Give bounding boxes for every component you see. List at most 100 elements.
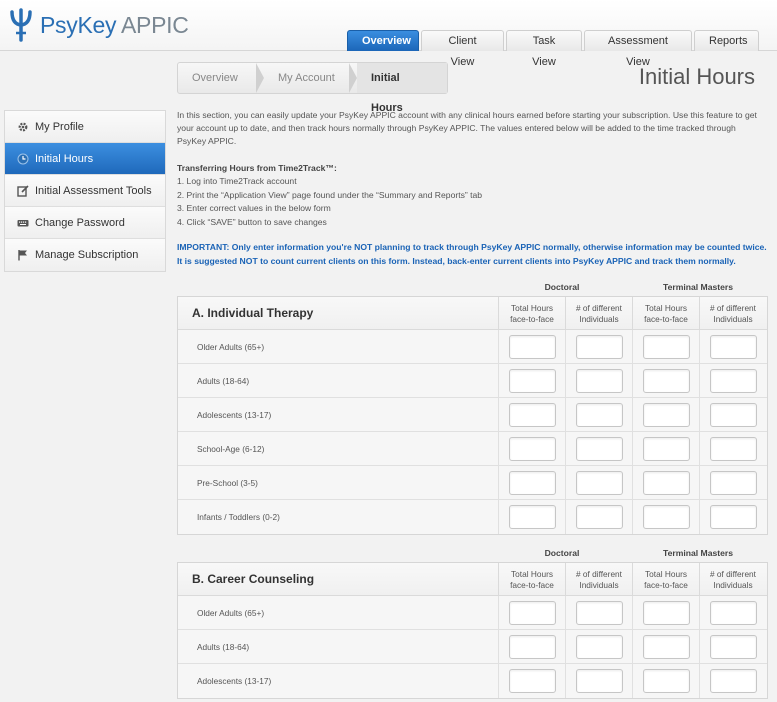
main-tabs: Overview Client View Task View Assessmen… — [347, 30, 761, 68]
brand-name-primary: PsyKey — [40, 11, 117, 38]
table-row: Adults (18-64) — [178, 630, 767, 664]
col-label: Total Hours — [511, 303, 553, 313]
transfer-step: 1. Log into Time2Track account — [177, 176, 297, 186]
doctoral-individuals-input[interactable] — [575, 436, 623, 461]
table-header: B. Career Counseling Total Hours face-to-… — [178, 563, 767, 596]
col-doctoral-individuals: # of different Individuals — [565, 297, 632, 329]
doctoral-individuals-input[interactable] — [575, 634, 623, 659]
col-label: # of different — [576, 303, 622, 313]
clock-icon — [17, 153, 29, 165]
masters-individuals-input[interactable] — [709, 436, 757, 461]
masters-individuals-input[interactable] — [709, 368, 757, 393]
tab-task-view[interactable]: Task View — [506, 30, 582, 68]
masters-hours-input[interactable] — [642, 634, 690, 659]
masters-hours-input[interactable] — [642, 402, 690, 427]
col-label: # of different — [576, 569, 622, 579]
transfer-step: 3. Enter correct values in the below for… — [177, 203, 331, 213]
doctoral-hours-input[interactable] — [508, 634, 556, 659]
table-row: Adolescents (13-17) — [178, 398, 767, 432]
row-label: Pre-School (3-5) — [197, 478, 258, 488]
masters-hours-input[interactable] — [642, 436, 690, 461]
doctoral-hours-input[interactable] — [508, 334, 556, 359]
sidebar-item-my-profile[interactable]: My Profile — [5, 111, 165, 143]
masters-individuals-input[interactable] — [709, 634, 757, 659]
masters-individuals-input[interactable] — [709, 470, 757, 495]
col-label: Total Hours — [645, 303, 687, 313]
group-header-doctoral: Doctoral — [544, 548, 580, 558]
col-label: # of different — [710, 303, 756, 313]
brand-logo[interactable]: PsyKey APPIC — [8, 8, 189, 42]
masters-hours-input[interactable] — [642, 505, 690, 529]
doctoral-hours-input[interactable] — [508, 402, 556, 427]
doctoral-individuals-input[interactable] — [575, 470, 623, 495]
row-label: Adults (18-64) — [197, 642, 250, 652]
col-doctoral-total-hours: Total Hours face-to-face — [498, 297, 565, 329]
sidebar-item-label: Initial Assessment Tools — [35, 184, 152, 197]
col-label: face-to-face — [644, 313, 688, 324]
page-title: Initial Hours — [638, 64, 755, 89]
masters-hours-input[interactable] — [642, 334, 690, 359]
table-row: Pre-School (3-5) — [178, 466, 767, 500]
row-label: School-Age (6-12) — [197, 444, 265, 454]
doctoral-individuals-input[interactable] — [575, 600, 623, 625]
gear-icon — [17, 121, 29, 133]
doctoral-hours-input[interactable] — [508, 505, 556, 529]
col-label: Individuals — [579, 313, 619, 324]
col-masters-total-hours: Total Hours face-to-face — [632, 563, 699, 595]
breadcrumb-initial-hours: Initial Hours — [357, 63, 447, 114]
breadcrumb-my-account[interactable]: My Account — [264, 63, 349, 93]
masters-individuals-input[interactable] — [709, 505, 757, 529]
group-header-doctoral: Doctoral — [544, 282, 580, 292]
group-header-terminal-masters: Terminal Masters — [662, 282, 734, 292]
doctoral-hours-input[interactable] — [508, 436, 556, 461]
col-label: Total Hours — [511, 569, 553, 579]
edit-icon — [17, 184, 29, 197]
doctoral-hours-input[interactable] — [508, 470, 556, 495]
doctoral-hours-input[interactable] — [508, 368, 556, 393]
col-masters-individuals: # of different Individuals — [699, 563, 766, 595]
breadcrumb: Overview My Account Initial Hours — [177, 62, 448, 114]
doctoral-individuals-input[interactable] — [575, 402, 623, 427]
table-row: Infants / Toddlers (0-2) — [178, 500, 767, 534]
table-header: A. Individual Therapy Total Hours face-to… — [178, 297, 767, 330]
doctoral-hours-input[interactable] — [508, 669, 556, 693]
group-header-terminal-masters: Terminal Masters — [662, 548, 734, 558]
masters-hours-input[interactable] — [642, 600, 690, 625]
table-row: School-Age (6-12) — [178, 432, 767, 466]
doctoral-individuals-input[interactable] — [575, 334, 623, 359]
sidebar-item-manage-subscription[interactable]: Manage Subscription — [5, 239, 165, 271]
tab-client-view[interactable]: Client View — [421, 30, 504, 68]
tab-assessment-view[interactable]: Assessment View — [584, 30, 692, 68]
masters-individuals-input[interactable] — [709, 600, 757, 625]
doctoral-individuals-input[interactable] — [575, 505, 623, 529]
masters-hours-input[interactable] — [642, 470, 690, 495]
tab-reports[interactable]: Reports — [694, 30, 759, 51]
masters-individuals-input[interactable] — [709, 334, 757, 359]
table-row: Older Adults (65+) — [178, 330, 767, 364]
doctoral-individuals-input[interactable] — [575, 669, 623, 693]
breadcrumb-overview[interactable]: Overview — [178, 63, 256, 93]
sidebar-item-label: My Profile — [35, 120, 84, 133]
transfer-step: 4. Click “SAVE” button to save changes — [177, 216, 327, 227]
section-career-counseling: B. Career Counseling Total Hours face-to-… — [177, 562, 768, 699]
sidebar-item-initial-hours[interactable]: Initial Hours — [5, 143, 165, 175]
masters-hours-input[interactable] — [642, 669, 690, 693]
section-individual-therapy: A. Individual Therapy Total Hours face-to… — [177, 296, 768, 535]
sidebar-item-change-password[interactable]: Change Password — [5, 207, 165, 239]
doctoral-individuals-input[interactable] — [575, 368, 623, 393]
breadcrumb-separator — [256, 63, 264, 93]
row-label: Adults (18-64) — [197, 376, 250, 386]
row-label: Adolescents (13-17) — [197, 410, 272, 420]
tab-overview[interactable]: Overview — [347, 30, 419, 51]
col-label: face-to-face — [644, 579, 688, 590]
masters-hours-input[interactable] — [642, 368, 690, 393]
row-label: Older Adults (65+) — [197, 608, 265, 618]
row-label: Infants / Toddlers (0-2) — [197, 512, 280, 522]
sidebar-item-initial-assessment-tools[interactable]: Initial Assessment Tools — [5, 175, 165, 207]
doctoral-hours-input[interactable] — [508, 600, 556, 625]
masters-individuals-input[interactable] — [709, 669, 757, 693]
keyboard-icon — [17, 217, 29, 229]
col-masters-total-hours: Total Hours face-to-face — [632, 297, 699, 329]
masters-individuals-input[interactable] — [709, 402, 757, 427]
brand-name-suffix: APPIC — [121, 11, 189, 38]
